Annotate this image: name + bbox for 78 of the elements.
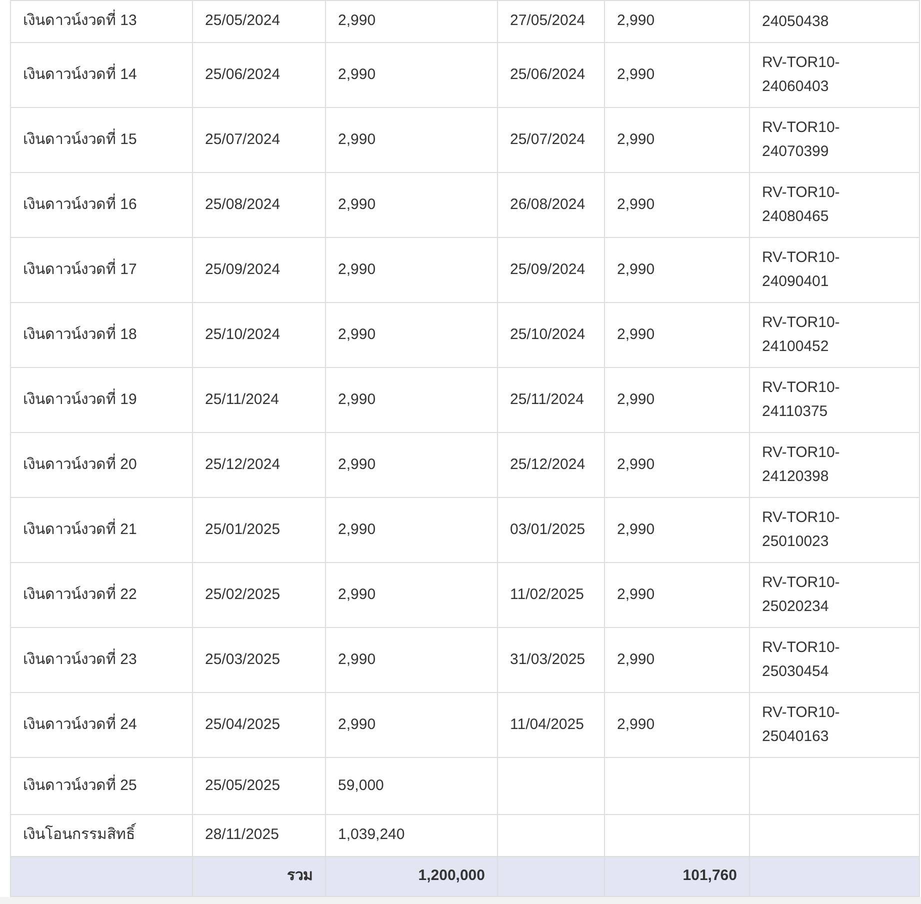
table-cell-text: RV-TOR10-24110375 bbox=[762, 378, 841, 422]
table-cell: 25/02/2025 bbox=[192, 562, 326, 628]
table-cell: 2,990 bbox=[617, 586, 655, 603]
table-cell: 2,990 bbox=[326, 628, 498, 692]
table-cell: เงินดาวน์งวดที่ 13 bbox=[10, 0, 192, 42]
table-cell: 25/09/2024 bbox=[192, 238, 326, 302]
table-cell: เงินดาวน์งวดที่ 15 bbox=[10, 108, 192, 172]
table-cell: 2,990 bbox=[617, 130, 655, 148]
table-cell: 11/04/2025 bbox=[510, 716, 584, 733]
table-cell-text: RV-TOR10-24100452 bbox=[762, 313, 841, 357]
table-cell: 2,990 bbox=[326, 108, 498, 172]
table-cell: 25/05/2025 bbox=[192, 758, 326, 814]
table-cell: 27/05/2024 bbox=[510, 12, 586, 30]
table-cell: 2,990 bbox=[326, 172, 498, 238]
table-cell: 59,000 bbox=[326, 758, 498, 814]
total-label: รวม bbox=[287, 867, 313, 884]
table-cell: เงินดาวน์งวดที่ 21 bbox=[10, 498, 192, 562]
table-cell: 2,990 bbox=[617, 390, 655, 408]
table-cell: 25/06/2024 bbox=[192, 42, 326, 108]
table-cell: เงินดาวน์งวดที่ 14 bbox=[10, 42, 192, 108]
table-cell: 2,990 bbox=[326, 302, 498, 368]
table-cell-text: RV-TOR10-24060403 bbox=[762, 53, 841, 97]
table-cell-text: RV-TOR10-25020234 bbox=[762, 573, 841, 617]
table-cell: เงินดาวน์งวดที่ 17 bbox=[10, 238, 192, 302]
table-cell-text: RV-TOR10-25010023 bbox=[762, 508, 841, 552]
table-cell: เงินดาวน์งวดที่ 18 bbox=[10, 302, 192, 368]
table-cell: 2,990 bbox=[326, 0, 498, 42]
table-cell: 25/09/2024 bbox=[510, 260, 586, 278]
table-cell: 25/01/2025 bbox=[192, 498, 326, 562]
table-cell: 2,990 bbox=[326, 42, 498, 108]
table-cell-text: RV-TOR10-25030454 bbox=[762, 638, 841, 682]
table-cell-text: RV-TOR10-24070399 bbox=[762, 118, 841, 162]
table-cell: เงินดาวน์งวดที่ 19 bbox=[10, 368, 192, 432]
table-cell: 2,990 bbox=[326, 432, 498, 498]
table-cell-text: RV-TOR10-25040163 bbox=[762, 703, 841, 747]
table-cell: เงินดาวน์งวดที่ 24 bbox=[10, 692, 192, 758]
table-cell: 25/03/2025 bbox=[192, 628, 326, 692]
table-cell: 25/08/2024 bbox=[192, 172, 326, 238]
table-cell-text: RV-TOR10-24080465 bbox=[762, 183, 841, 227]
table-cell: 25/07/2024 bbox=[192, 108, 326, 172]
table-cell: 2,990 bbox=[617, 650, 655, 668]
table-cell: เงินดาวน์งวดที่ 23 bbox=[10, 628, 192, 692]
table-cell: 2,990 bbox=[326, 692, 498, 758]
table-cell: 2,990 bbox=[617, 196, 655, 213]
table-cell: เงินดาวน์งวดที่ 20 bbox=[10, 432, 192, 498]
table-cell: เงินดาวน์งวดที่ 25 bbox=[10, 758, 192, 814]
table-cell: 25/05/2024 bbox=[192, 0, 326, 42]
table-cell: 31/03/2025 bbox=[510, 650, 586, 668]
table-cell: 26/08/2024 bbox=[510, 196, 586, 213]
table-cell: 2,990 bbox=[326, 368, 498, 432]
table-cell: 2,990 bbox=[617, 456, 655, 473]
table-cell: 03/01/2025 bbox=[510, 520, 586, 538]
table-cell: 11/02/2025 bbox=[510, 586, 584, 603]
table-cell: 25/10/2024 bbox=[192, 302, 326, 368]
table-cell: 25/04/2025 bbox=[192, 692, 326, 758]
table-cell-text: 24050438 bbox=[762, 12, 830, 32]
table-cell: 25/12/2024 bbox=[192, 432, 326, 498]
table-cell: เงินดาวน์งวดที่ 16 bbox=[10, 172, 192, 238]
table-cell: 2,990 bbox=[326, 238, 498, 302]
table-cell: 25/11/2024 bbox=[510, 390, 584, 408]
table-cell: 2,990 bbox=[617, 12, 655, 30]
table-cell: 25/11/2024 bbox=[192, 368, 326, 432]
table-cell: 25/07/2024 bbox=[510, 130, 586, 148]
table-cell-text: RV-TOR10-24090401 bbox=[762, 248, 841, 292]
table-cell: 2,990 bbox=[617, 520, 655, 538]
total-paid-amount: 101,760 bbox=[682, 867, 737, 884]
table-cell: เงินดาวน์งวดที่ 22 bbox=[10, 562, 192, 628]
table-cell: 2,990 bbox=[617, 66, 655, 83]
table-cell: 25/12/2024 bbox=[510, 456, 586, 473]
table-cell: 2,990 bbox=[617, 260, 655, 278]
table-cell: 2,990 bbox=[326, 498, 498, 562]
table-cell-text: RV-TOR10-24120398 bbox=[762, 443, 841, 487]
table-cell: 2,990 bbox=[617, 716, 655, 733]
total-amount: 1,200,000 bbox=[418, 867, 485, 884]
table-cell: 2,990 bbox=[617, 326, 655, 343]
table-cell: 25/06/2024 bbox=[510, 66, 586, 83]
table-cell: 2,990 bbox=[326, 562, 498, 628]
table-cell: 25/10/2024 bbox=[510, 326, 586, 343]
